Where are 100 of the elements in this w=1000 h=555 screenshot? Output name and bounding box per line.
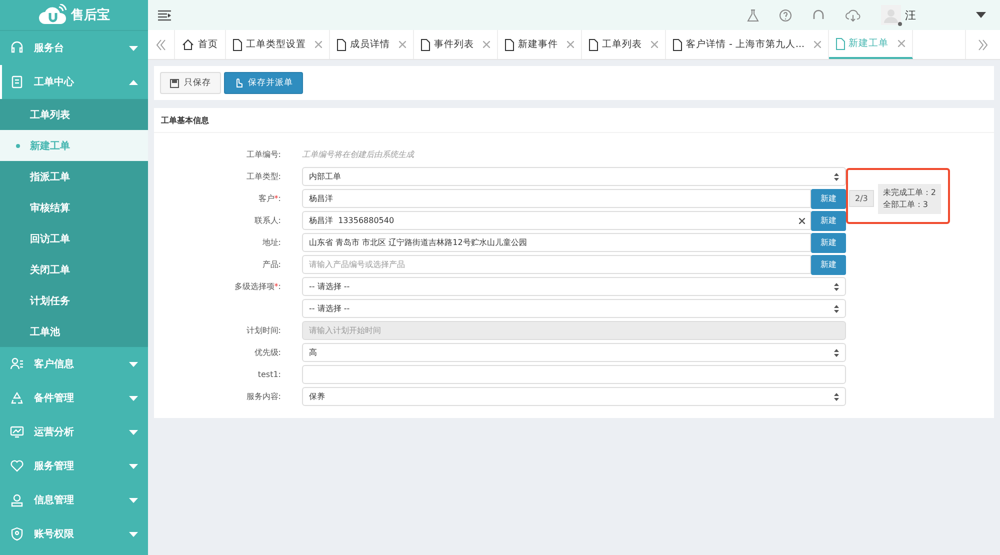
caret-icon — [129, 532, 138, 536]
heart-icon — [10, 459, 24, 473]
cloud-logo-icon — [38, 4, 68, 26]
menu-group[interactable]: 客户信息 — [0, 347, 148, 381]
sort-arrows-icon — [834, 304, 839, 312]
submenu-item[interactable]: 计划任务 — [0, 285, 148, 316]
input-field[interactable]: 杨昌洋 — [302, 189, 811, 208]
tab[interactable]: 工单类型设置 — [226, 30, 330, 59]
new-button[interactable]: 新建 — [811, 210, 846, 230]
menu-group[interactable]: 备件管理 — [0, 381, 148, 415]
count-badge: 2/3 — [849, 190, 874, 207]
menu-group[interactable]: 账号权限 — [0, 517, 148, 551]
tab[interactable]: 首页 — [175, 30, 226, 59]
headset-icon — [10, 41, 24, 55]
input-field[interactable] — [302, 365, 846, 384]
save-button[interactable]: 只保存 — [160, 72, 221, 94]
caret-icon — [129, 464, 138, 468]
field-label: 产品: — [262, 260, 281, 269]
submenu-item[interactable]: 工单池 — [0, 316, 148, 347]
menu-group[interactable]: 服务台 — [0, 31, 148, 65]
sort-arrows-icon — [834, 392, 839, 400]
new-button[interactable]: 新建 — [811, 188, 846, 208]
input-field[interactable]: 请输入产品编号或选择产品 — [302, 255, 811, 274]
select-field[interactable]: -- 请选择 -- — [302, 277, 846, 296]
user-list-icon — [10, 357, 24, 371]
submenu-item[interactable]: 关闭工单 — [0, 254, 148, 285]
close-icon[interactable] — [651, 41, 658, 48]
select-field[interactable]: 高 — [302, 343, 846, 362]
monitor-chart-icon — [10, 425, 24, 439]
caret-icon — [129, 430, 138, 434]
menu-group[interactable]: 服务管理 — [0, 449, 148, 483]
field-label: 客户*: — [258, 194, 281, 203]
close-icon[interactable] — [898, 40, 905, 47]
logo-text: 售后宝 — [71, 6, 110, 24]
user-name: 汪 — [905, 8, 916, 22]
submenu-item[interactable]: 新建工单 — [0, 130, 148, 161]
field-label: 计划时间: — [246, 326, 281, 335]
new-button[interactable]: 新建 — [811, 254, 846, 274]
cloud-download-icon[interactable] — [845, 8, 861, 22]
caret-icon[interactable] — [976, 12, 986, 18]
input-field[interactable]: 杨昌洋 13356880540 — [302, 211, 811, 230]
help-icon[interactable] — [779, 8, 792, 22]
select-field[interactable]: 保养 — [302, 387, 846, 406]
field-label: 联系人: — [254, 216, 281, 225]
select-field[interactable]: 内部工单 — [302, 167, 846, 186]
document-icon — [589, 38, 598, 50]
field-label: 工单编号: — [246, 150, 281, 159]
sort-arrows-icon — [834, 172, 839, 180]
submenu-item[interactable]: 审核结算 — [0, 192, 148, 223]
tab[interactable]: 新建事件 — [498, 30, 582, 59]
caret-icon — [129, 498, 138, 502]
close-icon[interactable] — [399, 41, 406, 48]
menu-group[interactable]: 运营分析 — [0, 415, 148, 449]
document-icon — [836, 38, 845, 50]
close-icon[interactable] — [483, 41, 490, 48]
new-button[interactable]: 新建 — [811, 232, 846, 252]
submenu-item[interactable]: 指派工单 — [0, 161, 148, 192]
input-field[interactable]: 山东省 青岛市 市北区 辽宁路街道吉林路12号贮水山儿童公园 — [302, 233, 811, 252]
menu-icon[interactable] — [158, 10, 171, 20]
tooltip-text: 全部工单：3 — [882, 198, 929, 210]
field-label: 工单类型: — [246, 172, 281, 181]
clipboard-icon — [10, 75, 24, 89]
shield-icon — [10, 527, 24, 541]
section-title: 工单基本信息 — [154, 108, 994, 133]
select-field[interactable]: -- 请选择 -- — [302, 299, 846, 318]
field-label: 服务内容: — [246, 392, 281, 401]
sort-arrows-icon — [834, 348, 839, 356]
sort-arrows-icon — [834, 282, 839, 290]
user-card-icon — [10, 493, 24, 507]
tab[interactable]: 客户详情 - 上海市第九人... — [666, 30, 829, 59]
caret-icon — [129, 80, 138, 84]
document-icon — [673, 38, 682, 50]
tab[interactable]: 新建工单 — [828, 30, 913, 59]
menu-group[interactable]: 信息管理 — [0, 483, 148, 517]
tab[interactable]: 工单列表 — [582, 30, 666, 59]
tooltip-text: 未完成工单：2 — [882, 186, 936, 198]
save-dispatch-button[interactable]: 保存并派单 — [224, 72, 303, 94]
submenu-item[interactable]: 回访工单 — [0, 223, 148, 254]
avatar[interactable] — [881, 5, 901, 25]
close-icon[interactable] — [315, 41, 322, 48]
field-label: 优先级: — [254, 348, 281, 357]
headset-icon[interactable] — [812, 8, 825, 22]
field-label: 地址: — [262, 238, 281, 247]
tab[interactable]: 事件列表 — [414, 30, 498, 59]
document-icon — [505, 38, 514, 50]
tab[interactable]: 成员详情 — [330, 30, 414, 59]
home-icon — [182, 39, 194, 50]
caret-icon — [129, 396, 138, 400]
hint-text: 工单编号将在创建后由系统生成 — [302, 149, 414, 160]
close-icon[interactable] — [567, 41, 574, 48]
field-label: test1: — [258, 370, 281, 379]
field-label: 多级选择项*: — [234, 282, 281, 291]
document-icon — [421, 38, 430, 50]
caret-icon — [129, 362, 138, 366]
caret-icon — [129, 46, 138, 50]
close-icon[interactable] — [814, 41, 821, 48]
submenu-item[interactable]: 工单列表 — [0, 99, 148, 130]
document-icon — [233, 38, 242, 50]
flask-icon[interactable] — [747, 8, 759, 22]
clear-icon[interactable] — [799, 218, 805, 224]
